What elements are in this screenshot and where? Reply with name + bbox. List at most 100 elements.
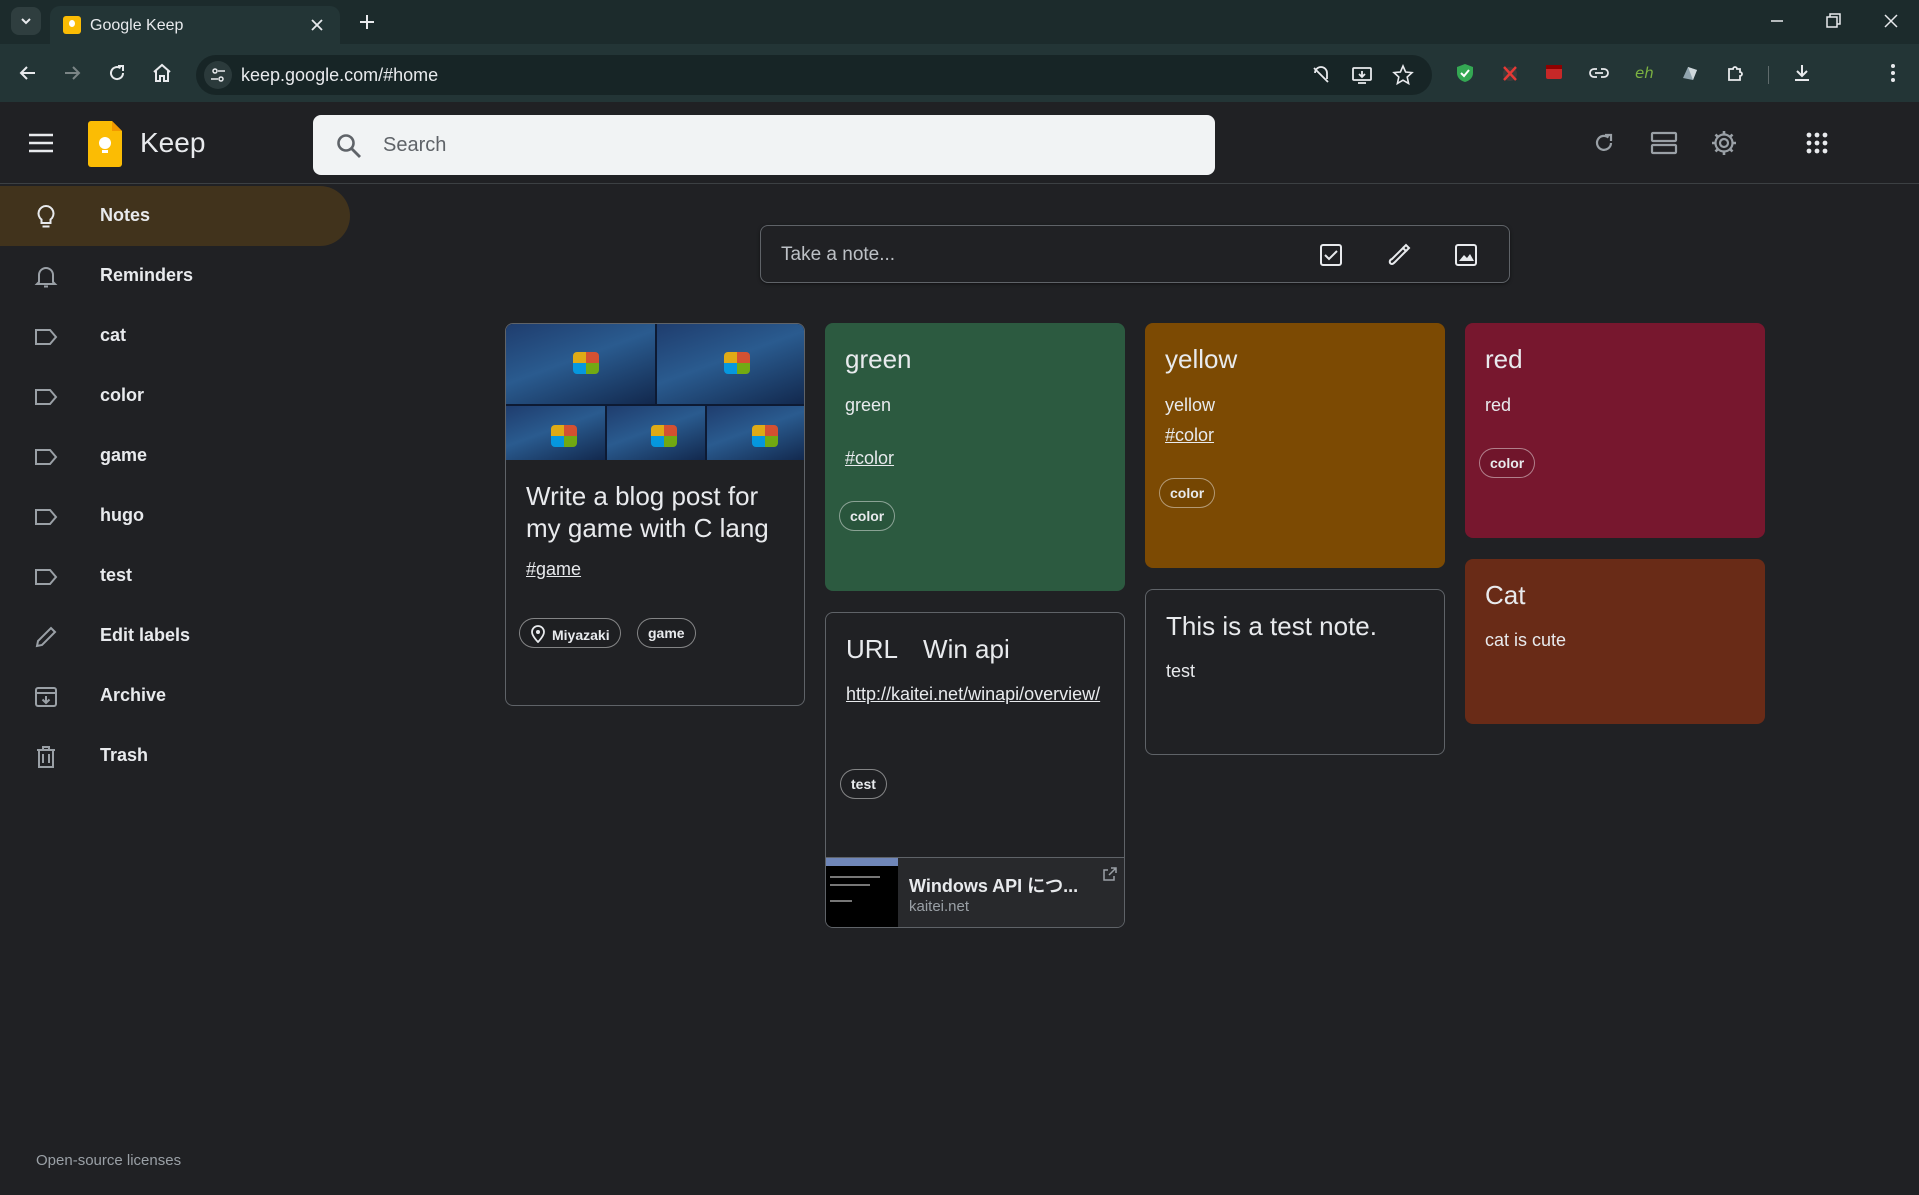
main-menu-button[interactable] [26,128,56,158]
chip-label: color [1170,485,1205,501]
label-chip[interactable]: color [1159,478,1216,508]
sidebar-item-color[interactable]: color [0,366,350,426]
lightbulb-icon [37,204,55,228]
back-icon[interactable] [16,61,40,85]
location-chip[interactable]: Miyazaki [519,618,621,648]
sidebar-item-trash[interactable]: Trash [0,726,350,786]
search-icon[interactable] [335,132,363,160]
bell-icon [34,267,58,288]
forward-icon[interactable] [60,61,84,85]
toolbar-divider [1768,66,1769,84]
tab-search-button[interactable] [11,7,41,35]
google-apps-button[interactable] [1801,127,1833,159]
note-hashtag[interactable]: #color [1165,420,1214,450]
bookmark-star-icon[interactable] [1392,64,1414,86]
label-chip[interactable]: test [840,769,887,799]
browser-tab[interactable]: Google Keep [50,6,340,44]
note-cat[interactable]: Cat cat is cute [1465,559,1765,724]
ext-eh-icon[interactable]: eh [1632,60,1658,86]
downloads-icon[interactable] [1789,60,1815,86]
ext-blocker-icon[interactable] [1497,60,1523,86]
ext-cloud-icon[interactable] [1677,60,1703,86]
note-title: URL Win api [846,634,1010,664]
link-preview-thumbnail [826,858,898,927]
tracking-off-icon[interactable] [1310,64,1332,86]
settings-button[interactable] [1708,127,1740,159]
keep-logo-icon [88,121,122,167]
note-red[interactable]: red red color [1465,323,1765,538]
open-in-new-icon[interactable] [1102,866,1118,882]
note-blog-post[interactable]: Write a blog post for my game with C lan… [505,323,805,706]
note-green[interactable]: green green #color color [825,323,1125,591]
label-icon [35,329,58,345]
label-icon [35,569,58,585]
svg-text:eh: eh [1635,64,1654,82]
close-window-icon[interactable] [1876,8,1906,34]
note-body: yellow [1165,395,1216,415]
new-list-icon[interactable] [1318,242,1344,268]
ext-shield-icon[interactable] [1452,60,1478,86]
note-image-collage [506,324,804,460]
home-icon[interactable] [150,61,174,85]
note-test[interactable]: This is a test note. test [1145,589,1445,755]
minimize-icon[interactable] [1762,8,1792,34]
sidebar-item-test[interactable]: test [0,546,350,606]
note-yellow[interactable]: yellow yellow #color color [1145,323,1445,568]
link-preview[interactable]: Windows API につ... kaitei.net [826,857,1124,927]
note-image [707,406,804,460]
note-title: yellow [1165,344,1238,374]
sidebar-item-label: game [100,445,148,465]
new-image-note-icon[interactable] [1453,242,1479,268]
sidebar-item-notes[interactable]: Notes [0,186,350,246]
search-bar[interactable] [313,115,1215,175]
tune-icon [211,68,225,82]
sidebar-item-reminders[interactable]: Reminders [0,246,350,306]
browser-toolbar: keep.google.com/#home 126 eh [0,44,1919,136]
extensions-puzzle-icon[interactable] [1723,60,1749,86]
sidebar-item-label: color [100,385,145,405]
site-settings-button[interactable] [204,61,232,89]
refresh-icon [1595,133,1613,151]
sidebar-item-game[interactable]: game [0,426,350,486]
reload-icon[interactable] [105,61,129,85]
note-hashtag[interactable]: #color [845,443,894,473]
note-hashtag[interactable]: #game [526,554,581,584]
sidebar-item-label: Edit labels [100,625,191,645]
note-image [657,324,804,404]
search-input[interactable] [383,115,1183,175]
open-source-licenses-link[interactable]: Open-source licenses [36,1152,181,1169]
note-title: This is a test note. [1166,611,1377,641]
keep-header: Keep [0,102,1919,184]
restore-icon[interactable] [1818,8,1848,34]
note-body: cat is cute [1485,630,1567,650]
label-chip[interactable]: game [637,618,696,648]
ext-calendar-icon[interactable] [1541,60,1567,86]
new-tab-icon[interactable] [354,9,380,35]
note-url-winapi[interactable]: URL Win api http://kaitei.net/winapi/ove… [825,612,1125,928]
chip-label: test [851,776,876,792]
label-chip[interactable]: color [839,501,896,531]
label-chip[interactable]: color [1479,448,1536,478]
sidebar-item-edit-labels[interactable]: Edit labels [0,606,350,666]
note-link[interactable]: http://kaitei.net/winapi/overview/ [846,679,1112,709]
new-drawing-icon[interactable] [1386,242,1412,268]
refresh-button[interactable] [1588,127,1620,159]
install-app-icon[interactable] [1351,64,1373,86]
note-image [506,406,605,460]
sidebar-item-hugo[interactable]: hugo [0,486,350,546]
take-note-composer[interactable]: Take a note... [760,225,1510,283]
close-tab-icon[interactable] [308,16,326,34]
sidebar-item-cat[interactable]: cat [0,306,350,366]
list-view-button[interactable] [1648,127,1680,159]
label-icon [35,449,58,465]
browser-menu-icon[interactable] [1880,60,1906,86]
address-bar[interactable]: keep.google.com/#home [196,55,1432,95]
link-icon[interactable] [1586,60,1612,86]
pencil-icon [35,626,57,648]
sidebar-item-archive[interactable]: Archive [0,666,350,726]
chip-label: color [850,508,885,524]
browser-tab-bar: Google Keep [0,0,1919,44]
note-body: red [1485,395,1512,415]
sidebar: Notes Reminders cat color game hugo test [0,186,350,786]
sidebar-item-label: Archive [100,685,167,705]
